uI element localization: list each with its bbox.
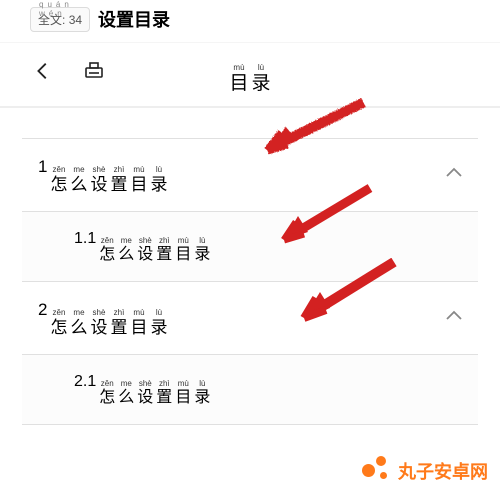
toolbar-title: mù目lù录 xyxy=(229,54,270,93)
toc-row-label: 2.1zěn怎me么shè设zhì置mù目lù录 xyxy=(34,373,210,406)
toc-row-2[interactable]: 2zěn怎me么shè设zhì置mù目lù录 xyxy=(22,282,478,355)
toc-row-1[interactable]: 1zěn怎me么shè设zhì置mù目lù录 xyxy=(22,139,478,212)
watermark-logo-icon xyxy=(362,456,392,486)
toc-row-1-1[interactable]: 1.1zěn怎me么shè设zhì置mù目lù录 xyxy=(22,212,478,282)
fulltext-badge[interactable]: quán wén 全文: 34 xyxy=(30,7,90,32)
watermark: 丸子安卓网 xyxy=(362,456,488,486)
badge-pinyin: quán wén xyxy=(39,0,89,18)
chevron-up-icon[interactable] xyxy=(442,161,466,190)
toc-list: 1zěn怎me么shè设zhì置mù目lù录 1.1zěn怎me么shè设zhì置… xyxy=(22,138,478,425)
cropped-title: 设置目录 xyxy=(98,6,170,32)
toc-row-label: 1zěn怎me么shè设zhì置mù目lù录 xyxy=(34,157,167,193)
toc-row-2-1[interactable]: 2.1zěn怎me么shè设zhì置mù目lù录 xyxy=(22,355,478,425)
toc-row-label: 1.1zěn怎me么shè设zhì置mù目lù录 xyxy=(34,230,210,263)
page-header: quán wén 全文: 34 设置目录 xyxy=(0,0,500,43)
chevron-up-icon[interactable] xyxy=(442,304,466,333)
typewriter-icon[interactable] xyxy=(82,59,106,88)
back-icon[interactable] xyxy=(32,60,54,87)
toolbar: mù目lù录 xyxy=(0,43,500,104)
toc-row-label: 2zěn怎me么shè设zhì置mù目lù录 xyxy=(34,300,167,336)
watermark-text: 丸子安卓网 xyxy=(398,458,488,484)
